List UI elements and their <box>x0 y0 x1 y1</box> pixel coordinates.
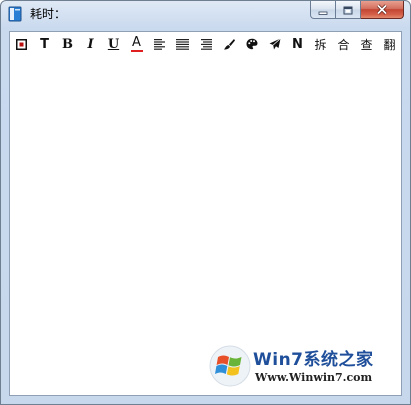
n-button[interactable]: N <box>286 34 309 54</box>
title-bar[interactable]: 耗时： <box>1 1 410 27</box>
send-icon <box>269 38 281 50</box>
font-color-label: A <box>132 34 141 50</box>
translate-button[interactable]: 翻 <box>378 34 401 54</box>
align-left-icon <box>153 38 166 50</box>
align-justify-button[interactable] <box>194 34 217 54</box>
align-center-icon <box>176 38 189 50</box>
align-left-button[interactable] <box>148 34 171 54</box>
border-box-button[interactable] <box>10 34 33 54</box>
watermark-url: Www.Winwin7.com <box>255 371 373 384</box>
text-button[interactable]: T <box>33 34 56 54</box>
align-center-button[interactable] <box>171 34 194 54</box>
italic-button[interactable]: I <box>79 34 102 54</box>
maximize-icon <box>343 0 353 19</box>
minimize-button[interactable] <box>310 1 336 19</box>
watermark: Win7系统之家 Www.Winwin7.com <box>209 343 395 391</box>
format-toolbar: T B I U A N 拆 合 查 翻 <box>10 32 401 56</box>
merge-button[interactable]: 合 <box>332 34 355 54</box>
minimize-icon <box>318 0 328 19</box>
check-button[interactable]: 查 <box>355 34 378 54</box>
send-button[interactable] <box>263 34 286 54</box>
caption-buttons <box>310 1 404 19</box>
close-button[interactable] <box>361 1 404 19</box>
palette-icon <box>246 38 258 50</box>
window-title: 耗时： <box>30 7 67 21</box>
border-box-icon <box>16 38 27 50</box>
split-button[interactable]: 拆 <box>309 34 332 54</box>
app-window: 耗时： T B I U A N 拆 合 查 翻 Win7系统之家 Www.Win… <box>0 0 411 405</box>
paintbrush-icon <box>223 38 235 50</box>
notebook-icon <box>7 6 23 22</box>
watermark-brand: Win7系统之家 <box>253 350 374 370</box>
font-color-button[interactable]: A <box>125 34 148 54</box>
font-color-swatch <box>130 49 143 52</box>
bold-button[interactable]: B <box>56 34 79 54</box>
underline-button[interactable]: U <box>102 34 125 54</box>
editor-panel: T B I U A N 拆 合 查 翻 Win7系统之家 Www.Winwin7… <box>9 31 402 396</box>
palette-button[interactable] <box>240 34 263 54</box>
windows-logo-icon <box>209 345 251 391</box>
close-icon <box>376 0 388 19</box>
align-justify-icon <box>200 38 212 50</box>
paintbrush-button[interactable] <box>217 34 240 54</box>
maximize-button[interactable] <box>336 1 361 19</box>
